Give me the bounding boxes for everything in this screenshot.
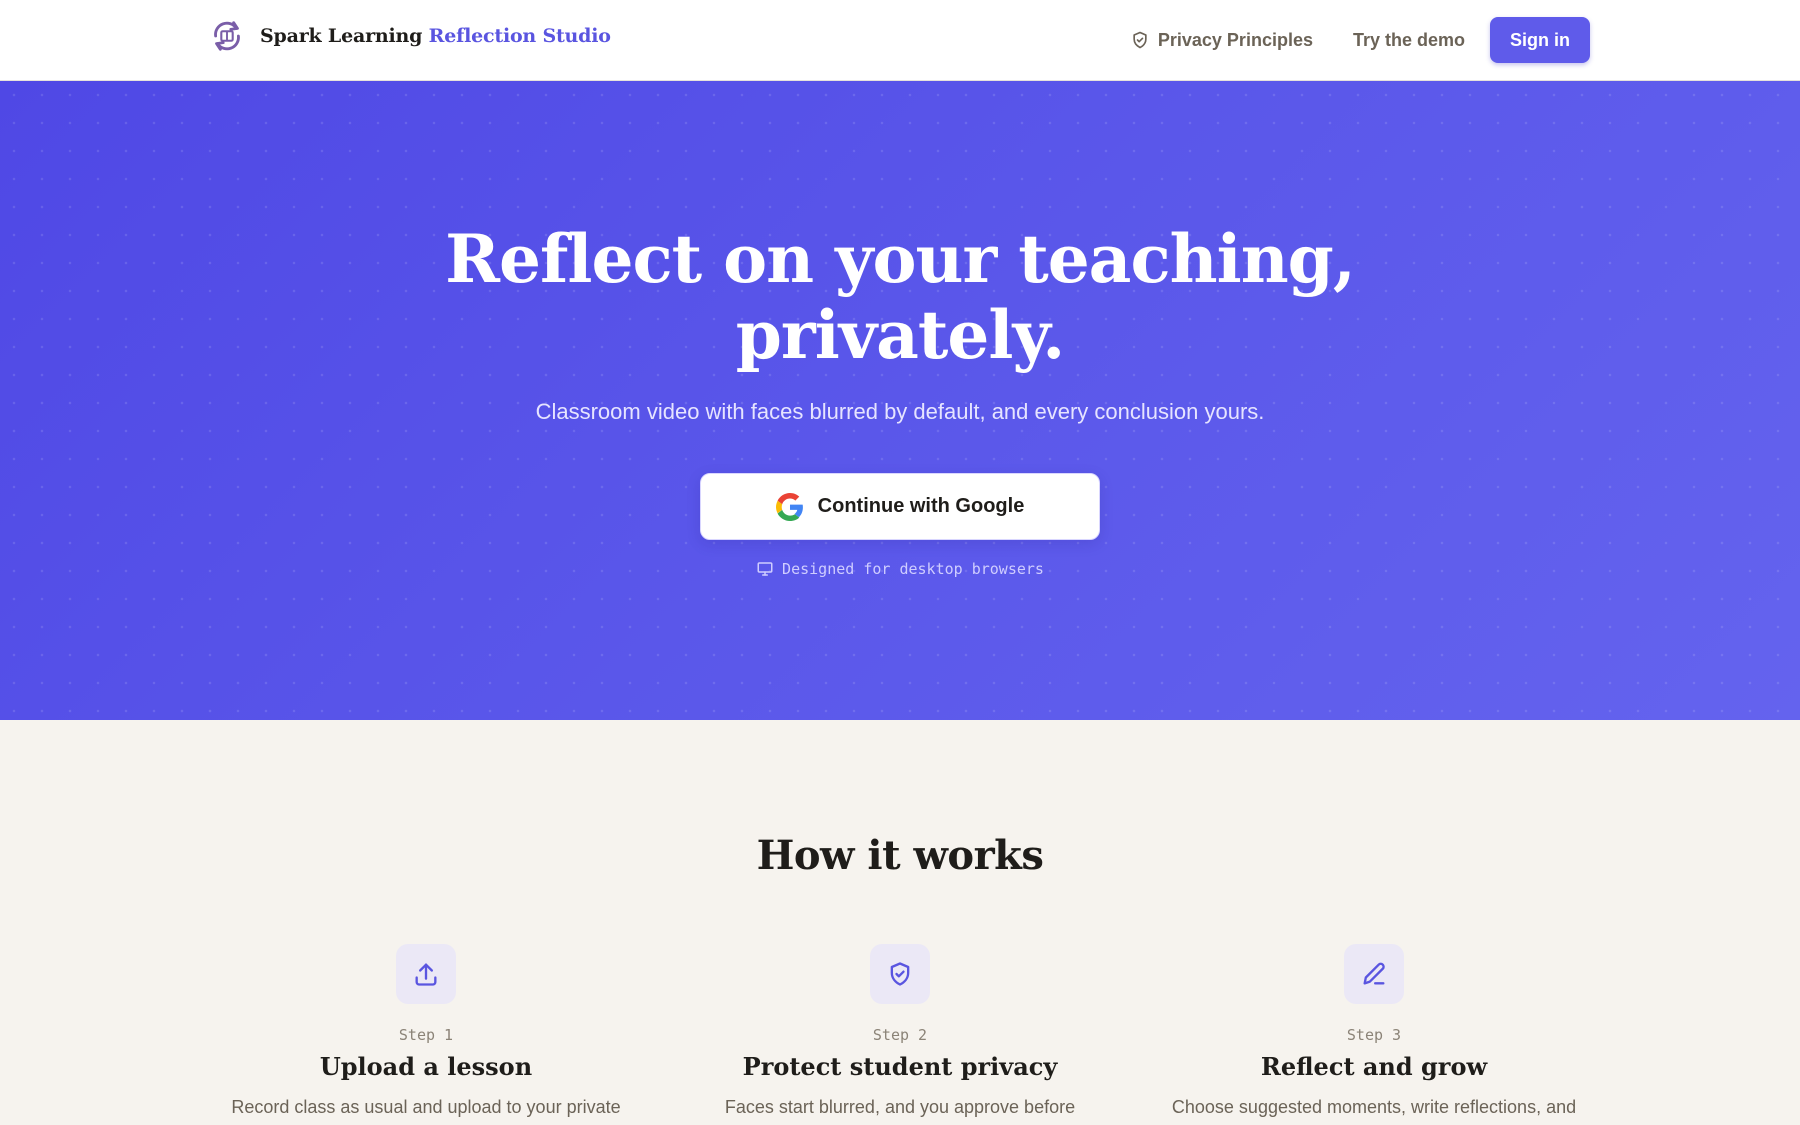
continue-with-google-label: Continue with Google [817,495,1025,517]
step-description: Faces start blurred, and you approve bef… [724,1097,1076,1117]
google-g-icon [775,492,803,521]
pencil-icon [1363,962,1385,985]
hero-title-line-2: privately. [735,296,1065,374]
header-nav: Privacy Principles Try the demo Sign in [1130,17,1590,63]
step-icon-container [870,944,930,1004]
brand-accent-text: Reflection Studio [428,25,611,47]
step-icon-container [396,944,456,1004]
step-title: Upload a lesson [319,1052,533,1081]
how-it-works-title: How it works [756,832,1044,879]
top-navigation-bar: Spark Learning Reflection Studio Privacy… [0,0,1800,81]
privacy-principles-link[interactable]: Privacy Principles [1130,30,1313,51]
step-card-privacy: Step 2 Protect student privacy Faces sta… [670,944,1130,1118]
step-label: Step 2 [872,1026,928,1044]
hero-subtitle: Classroom video with faces blurred by de… [535,399,1265,424]
upload-icon [415,963,437,986]
brand-primary-text: Spark Learning [260,25,423,47]
desktop-note: Designed for desktop browsers [0,560,1800,578]
monitor-icon [757,562,773,576]
step-card-upload: Step 1 Upload a lesson Record class as u… [196,944,656,1118]
sign-in-button[interactable]: Sign in [1490,17,1590,63]
shield-check-icon [890,962,910,986]
brand-name: Spark Learning Reflection Studio [260,25,611,47]
desktop-note-text: Designed for desktop browsers [782,560,1044,578]
try-demo-link[interactable]: Try the demo [1353,30,1465,51]
step-label: Step 3 [1346,1026,1402,1044]
shield-icon [1133,31,1147,49]
step-card-reflect: Step 3 Reflect and grow Choose suggested… [1144,944,1604,1118]
step-title: Protect student privacy [742,1052,1058,1081]
step-label: Step 1 [398,1026,454,1044]
step-title: Reflect and grow [1260,1052,1488,1081]
brand[interactable]: Spark Learning Reflection Studio [208,16,611,56]
reflection-studio-logo-icon [214,21,240,51]
step-description: Choose suggested moments, write reflecti… [1171,1097,1577,1117]
hero-title-line-1: Reflect on your teaching, [445,220,1356,298]
try-demo-label: Try the demo [1352,29,1465,50]
privacy-principles-label: Privacy Principles [1157,29,1313,50]
hero-section: Reflect on your teaching, privately. Cla… [0,81,1800,720]
hero-title: Reflect on your teaching, privately. [0,221,1800,373]
continue-with-google-button[interactable]: Continue with Google [700,473,1100,540]
step-icon-container [1344,944,1404,1004]
step-description: Record class as usual and upload to your… [231,1097,621,1117]
